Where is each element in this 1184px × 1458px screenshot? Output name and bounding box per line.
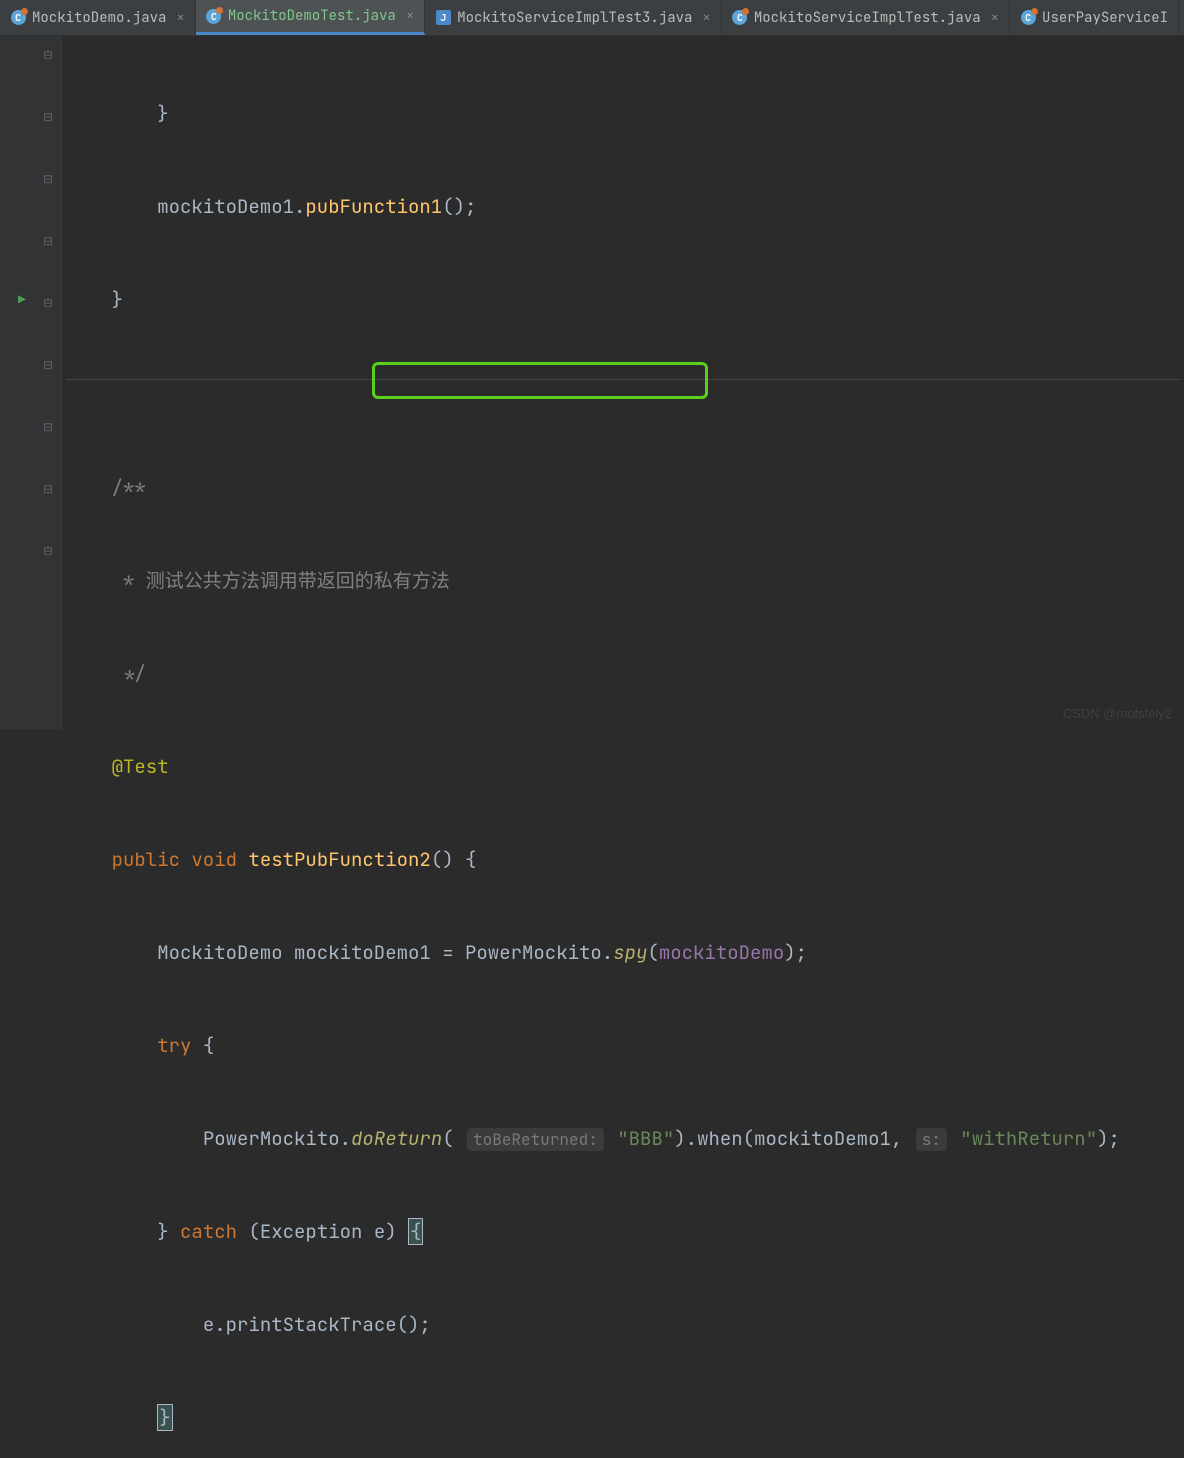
fold-icon[interactable]: ⊟ xyxy=(43,171,53,181)
code-line: mockitoDemo1.pubFunction1(); xyxy=(66,191,1180,222)
tab-mockitodemo[interactable]: C MockitoDemo.java × xyxy=(0,0,196,35)
tab-mockitodemotest[interactable]: C MockitoDemoTest.java × xyxy=(196,0,425,35)
editor-tabs-bar: C MockitoDemo.java × C MockitoDemoTest.j… xyxy=(0,0,1184,36)
fold-icon[interactable]: ⊟ xyxy=(43,357,53,367)
code-line: public void testPubFunction2() { xyxy=(66,844,1180,875)
code-line: */ xyxy=(66,658,1180,689)
code-line: @Test xyxy=(66,751,1180,782)
tab-mockitoserviceimpltest3[interactable]: J MockitoServiceImplTest3.java × xyxy=(425,0,722,35)
tab-label: MockitoServiceImplTest3.java xyxy=(457,9,692,27)
code-line: MockitoDemo mockitoDemo1 = PowerMockito.… xyxy=(66,937,1180,968)
tab-mockitoserviceimpltest[interactable]: C MockitoServiceImplTest.java × xyxy=(722,0,1010,35)
watermark: CSDN @mofsfely2 xyxy=(1063,706,1172,721)
code-line: /** xyxy=(66,472,1180,503)
tab-label: MockitoServiceImplTest.java xyxy=(754,9,981,27)
tab-label: MockitoDemo.java xyxy=(32,9,166,27)
editor-area: ⊟ ⊟ ⊟ ⊟ ▶ ⊟ ⊟ ⊟ ⊟ ⊟ } mockitoDemo1.pubFun… xyxy=(0,36,1184,729)
code-line: * 测试公共方法调用带返回的私有方法 xyxy=(66,565,1180,596)
close-icon[interactable]: × xyxy=(176,9,184,27)
class-icon: C xyxy=(10,10,26,26)
close-icon[interactable]: × xyxy=(991,9,999,27)
class-icon: C xyxy=(732,10,748,26)
tab-label: MockitoDemoTest.java xyxy=(228,7,396,25)
separator xyxy=(66,379,1180,410)
code-editor[interactable]: } mockitoDemo1.pubFunction1(); } /** * 测… xyxy=(62,36,1184,729)
close-icon[interactable]: × xyxy=(406,7,414,25)
class-icon: C xyxy=(206,8,222,24)
inlay-hint: s: xyxy=(916,1128,947,1151)
code-line: e.printStackTrace(); xyxy=(66,1309,1180,1340)
java-icon: J xyxy=(435,10,451,26)
code-line: } xyxy=(66,284,1180,315)
class-icon: C xyxy=(1020,10,1036,26)
fold-icon[interactable]: ⊟ xyxy=(43,47,53,57)
fold-icon[interactable]: ⊟ xyxy=(43,543,53,553)
code-line: } catch (Exception e) { xyxy=(66,1216,1180,1247)
gutter: ⊟ ⊟ ⊟ ⊟ ▶ ⊟ ⊟ ⊟ ⊟ ⊟ xyxy=(0,36,62,729)
fold-icon[interactable]: ⊟ xyxy=(43,419,53,429)
fold-icon[interactable]: ⊟ xyxy=(43,295,53,305)
tab-userpayservice[interactable]: C UserPayServiceI xyxy=(1010,0,1179,35)
tab-label: UserPayServiceI xyxy=(1042,9,1168,27)
code-line: } xyxy=(66,1402,1180,1433)
code-line: try { xyxy=(66,1030,1180,1061)
run-gutter-icon[interactable]: ▶ xyxy=(18,291,26,308)
code-line: PowerMockito.doReturn( toBeReturned: "BB… xyxy=(66,1123,1180,1154)
close-icon[interactable]: × xyxy=(702,9,710,27)
fold-icon[interactable]: ⊟ xyxy=(43,233,53,243)
fold-icon[interactable]: ⊟ xyxy=(43,109,53,119)
code-line: } xyxy=(66,98,1180,129)
fold-icon[interactable]: ⊟ xyxy=(43,481,53,491)
inlay-hint: toBeReturned: xyxy=(467,1128,604,1151)
